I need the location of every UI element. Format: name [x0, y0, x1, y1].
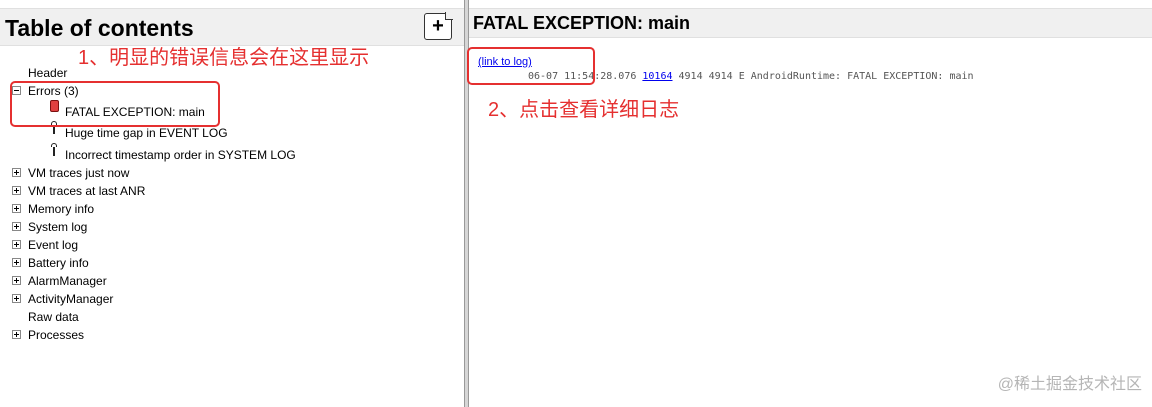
expand-toggle-icon[interactable]	[12, 186, 21, 195]
tree-item-processes[interactable]: Processes	[28, 328, 84, 342]
tree-item-memory-info[interactable]: Memory info	[28, 202, 94, 216]
detail-title: FATAL EXCEPTION: main	[473, 13, 691, 33]
expand-toggle-icon[interactable]	[12, 204, 21, 213]
expand-toggle-icon[interactable]	[12, 276, 21, 285]
warning-icon	[50, 143, 58, 156]
tree-item-battery-info[interactable]: Battery info	[28, 256, 89, 270]
expand-toggle-icon[interactable]	[12, 240, 21, 249]
tree-item-timestamp-order[interactable]: Incorrect timestamp order in SYSTEM LOG	[65, 148, 296, 162]
annotation-box-link	[467, 47, 595, 85]
expand-toggle-icon[interactable]	[12, 222, 21, 231]
expand-toggle-icon[interactable]	[12, 258, 21, 267]
annotation-note-2: 2、点击查看详细日志	[488, 99, 680, 121]
tree-item-time-gap[interactable]: Huge time gap in EVENT LOG	[65, 126, 228, 140]
tree-item-raw-data[interactable]: Raw data	[28, 310, 79, 324]
annotation-box-errors	[10, 81, 220, 127]
expand-toggle-icon[interactable]	[12, 330, 21, 339]
watermark: @稀土掘金技术社区	[997, 376, 1142, 393]
tree-item-vm-traces-now[interactable]: VM traces just now	[28, 166, 129, 180]
toc-header: Table of contents +	[0, 8, 464, 46]
plus-icon: +	[432, 15, 444, 37]
tree-item-system-log[interactable]: System log	[28, 220, 87, 234]
expand-toggle-icon[interactable]	[12, 168, 21, 177]
tree-item-vm-traces-anr[interactable]: VM traces at last ANR	[28, 184, 145, 198]
toc-title: Table of contents	[5, 15, 194, 41]
annotation-note-1: 1、明显的错误信息会在这里显示	[78, 47, 370, 69]
tree-item-event-log[interactable]: Event log	[28, 238, 78, 252]
tree-item-activity-manager[interactable]: ActivityManager	[28, 292, 113, 306]
pid-link[interactable]: 10164	[642, 71, 672, 82]
log-message: 4914 4914 E AndroidRuntime: FATAL EXCEPT…	[672, 71, 974, 82]
tree-item-header[interactable]: Header	[28, 66, 67, 80]
tree-item-alarm-manager[interactable]: AlarmManager	[28, 274, 107, 288]
detail-header: FATAL EXCEPTION: main	[469, 8, 1152, 38]
expand-toggle-icon[interactable]	[12, 294, 21, 303]
add-button[interactable]: +	[424, 12, 453, 40]
